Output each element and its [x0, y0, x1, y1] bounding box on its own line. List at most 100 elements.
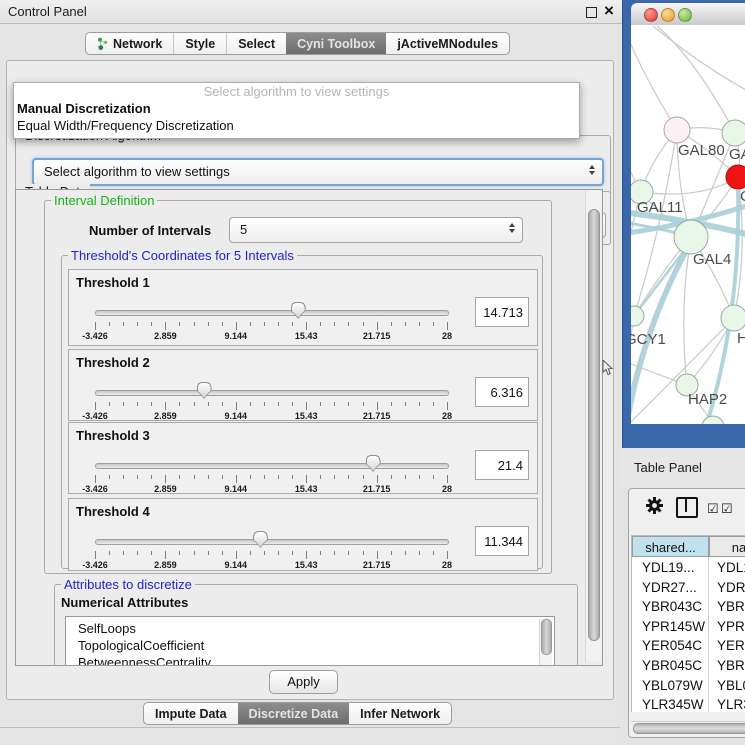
slider-tick — [222, 551, 223, 555]
zoom-window-icon[interactable] — [678, 8, 692, 22]
list-item[interactable]: SelfLoops — [66, 620, 554, 637]
tab-select[interactable]: Select — [226, 33, 286, 54]
network-node-green[interactable] — [702, 416, 724, 424]
table-horizontal-scrollbar[interactable] — [631, 721, 745, 734]
slider-tick — [250, 551, 251, 555]
algorithm-combobox-value: Select algorithm to view settings — [44, 160, 230, 184]
slider-tick — [151, 475, 152, 479]
slider-tick-label: 21.715 — [363, 411, 391, 421]
table-row[interactable]: YDL19...YDL1 — [632, 558, 745, 578]
scrollbar-thumb[interactable] — [633, 723, 745, 734]
close-icon[interactable]: × — [604, 1, 614, 21]
tab-style[interactable]: Style — [173, 33, 226, 54]
checkbox-icon[interactable]: ☑ — [721, 501, 733, 517]
tab-label: Cyni Toolbox — [297, 37, 375, 51]
network-view-canvas[interactable]: GAL80GACGAL11GAL4GCY1HHAP2 — [631, 25, 745, 424]
slider-tick — [151, 551, 152, 555]
network-node-green[interactable] — [722, 120, 745, 146]
checkbox-icon[interactable]: ☑ — [707, 501, 719, 517]
network-node-green[interactable] — [721, 305, 745, 331]
table-row[interactable]: YBR045CYBR0 — [632, 656, 745, 676]
table-panel-titlebar: Table Panel — [622, 448, 745, 488]
node-label: GAL11 — [637, 199, 683, 216]
threshold-4-slider-track[interactable] — [95, 539, 449, 545]
number-of-intervals-label: Number of Intervals — [89, 223, 211, 238]
threshold-2-slider-thumb[interactable] — [197, 382, 212, 399]
slider-tick-label: 9.144 — [225, 331, 248, 341]
list-item[interactable]: BetweennessCentrality — [66, 654, 554, 665]
settings-scrollpane: Interval Definition Number of Intervals … — [15, 189, 603, 666]
threshold-1-slider-thumb[interactable] — [291, 302, 306, 319]
algorithm-combobox[interactable]: Select algorithm to view settings — [32, 158, 604, 186]
slider-tick — [306, 402, 307, 410]
network-edge[interactable] — [641, 177, 738, 194]
slider-tick — [208, 402, 209, 406]
popup-item-2[interactable]: Equal Width/Frequency Discretization — [14, 117, 579, 134]
tab-infer-network[interactable]: Infer Network — [349, 703, 451, 724]
tab-cyni-toolbox[interactable]: Cyni Toolbox — [286, 33, 386, 54]
tab-network[interactable]: Network — [86, 33, 173, 54]
gear-icon[interactable] — [645, 496, 664, 515]
slider-tick — [306, 475, 307, 483]
slider-tick — [165, 402, 166, 410]
algorithm-dropdown-popup: Select algorithm to view settingsManual … — [13, 82, 580, 139]
tab-discretize-data[interactable]: Discretize Data — [238, 703, 350, 724]
network-window-titlebar[interactable] — [631, 3, 745, 26]
table-row[interactable]: YPR145WYPR1 — [632, 617, 745, 637]
table-row[interactable]: YLR345WYLR3 — [632, 695, 745, 712]
slider-tick — [419, 402, 420, 406]
table-row[interactable]: YBL079WYBL0 — [632, 676, 745, 696]
float-panel-icon[interactable] — [586, 7, 597, 18]
cell-shared-name: YBL079W — [642, 676, 703, 696]
tab-jactivemnodules[interactable]: jActiveMNodules — [386, 33, 509, 54]
threshold-1-value[interactable]: 14.713 — [475, 297, 529, 327]
numerical-attributes-list[interactable]: SelfLoopsTopologicalCoefficientBetweenne… — [65, 616, 555, 665]
slider-tick — [292, 475, 293, 479]
list-item[interactable]: TopologicalCoefficient — [66, 637, 554, 654]
threshold-3-slider-thumb[interactable] — [366, 455, 381, 472]
popup-item-1[interactable]: Manual Discretization — [14, 100, 579, 117]
threshold-1-label: Threshold 1 — [76, 275, 150, 290]
apply-button[interactable]: Apply — [269, 670, 338, 694]
slider-tick-label: -3.426 — [82, 411, 108, 421]
slider-tick — [447, 475, 448, 483]
network-node-pink[interactable] — [664, 117, 690, 143]
column-header-0[interactable]: shared... — [632, 536, 709, 557]
attributes-list-scrollbar[interactable] — [539, 619, 552, 665]
threshold-2-slider-track[interactable] — [95, 390, 449, 396]
threshold-2-value[interactable]: 6.316 — [475, 377, 529, 407]
table-row[interactable]: YDR27...YDR2 — [632, 578, 745, 598]
settings-vertical-scrollbar[interactable] — [585, 191, 601, 662]
network-edge[interactable] — [631, 40, 677, 130]
threshold-3-slider-track[interactable] — [95, 463, 449, 469]
scrollbar-thumb[interactable] — [541, 619, 552, 655]
slider-tick — [222, 322, 223, 326]
network-node-green[interactable] — [674, 220, 708, 254]
tab-impute-data[interactable]: Impute Data — [144, 703, 238, 724]
popup-item-0[interactable]: Select algorithm to view settings — [14, 83, 579, 100]
number-of-intervals-combobox[interactable]: 5 — [229, 217, 523, 243]
slider-tick — [264, 475, 265, 479]
slider-tick — [334, 551, 335, 555]
columns-icon[interactable] — [676, 497, 698, 518]
threshold-4-slider-thumb[interactable] — [253, 531, 268, 548]
cell-name: YBR0 — [717, 597, 745, 617]
threshold-4-value[interactable]: 11.344 — [475, 526, 529, 556]
threshold-3-value[interactable]: 21.4 — [475, 450, 529, 480]
threshold-4-label: Threshold 4 — [76, 504, 150, 519]
minimize-window-icon[interactable] — [661, 8, 675, 22]
slider-tick — [123, 475, 124, 479]
slider-tick — [137, 322, 138, 326]
table-row[interactable]: YER054CYER0 — [632, 636, 745, 656]
close-window-icon[interactable] — [644, 8, 658, 22]
slider-tick — [208, 322, 209, 326]
column-header-1[interactable]: na — [709, 536, 745, 557]
threshold-1-slider-track[interactable] — [95, 310, 449, 316]
network-node-green[interactable] — [631, 306, 644, 326]
slider-tick — [123, 322, 124, 326]
slider-tick — [419, 322, 420, 326]
scrollbar-thumb[interactable] — [588, 209, 600, 641]
slider-tick — [433, 402, 434, 406]
table-row[interactable]: YBR043CYBR0 — [632, 597, 745, 617]
network-node-red[interactable] — [726, 165, 745, 189]
